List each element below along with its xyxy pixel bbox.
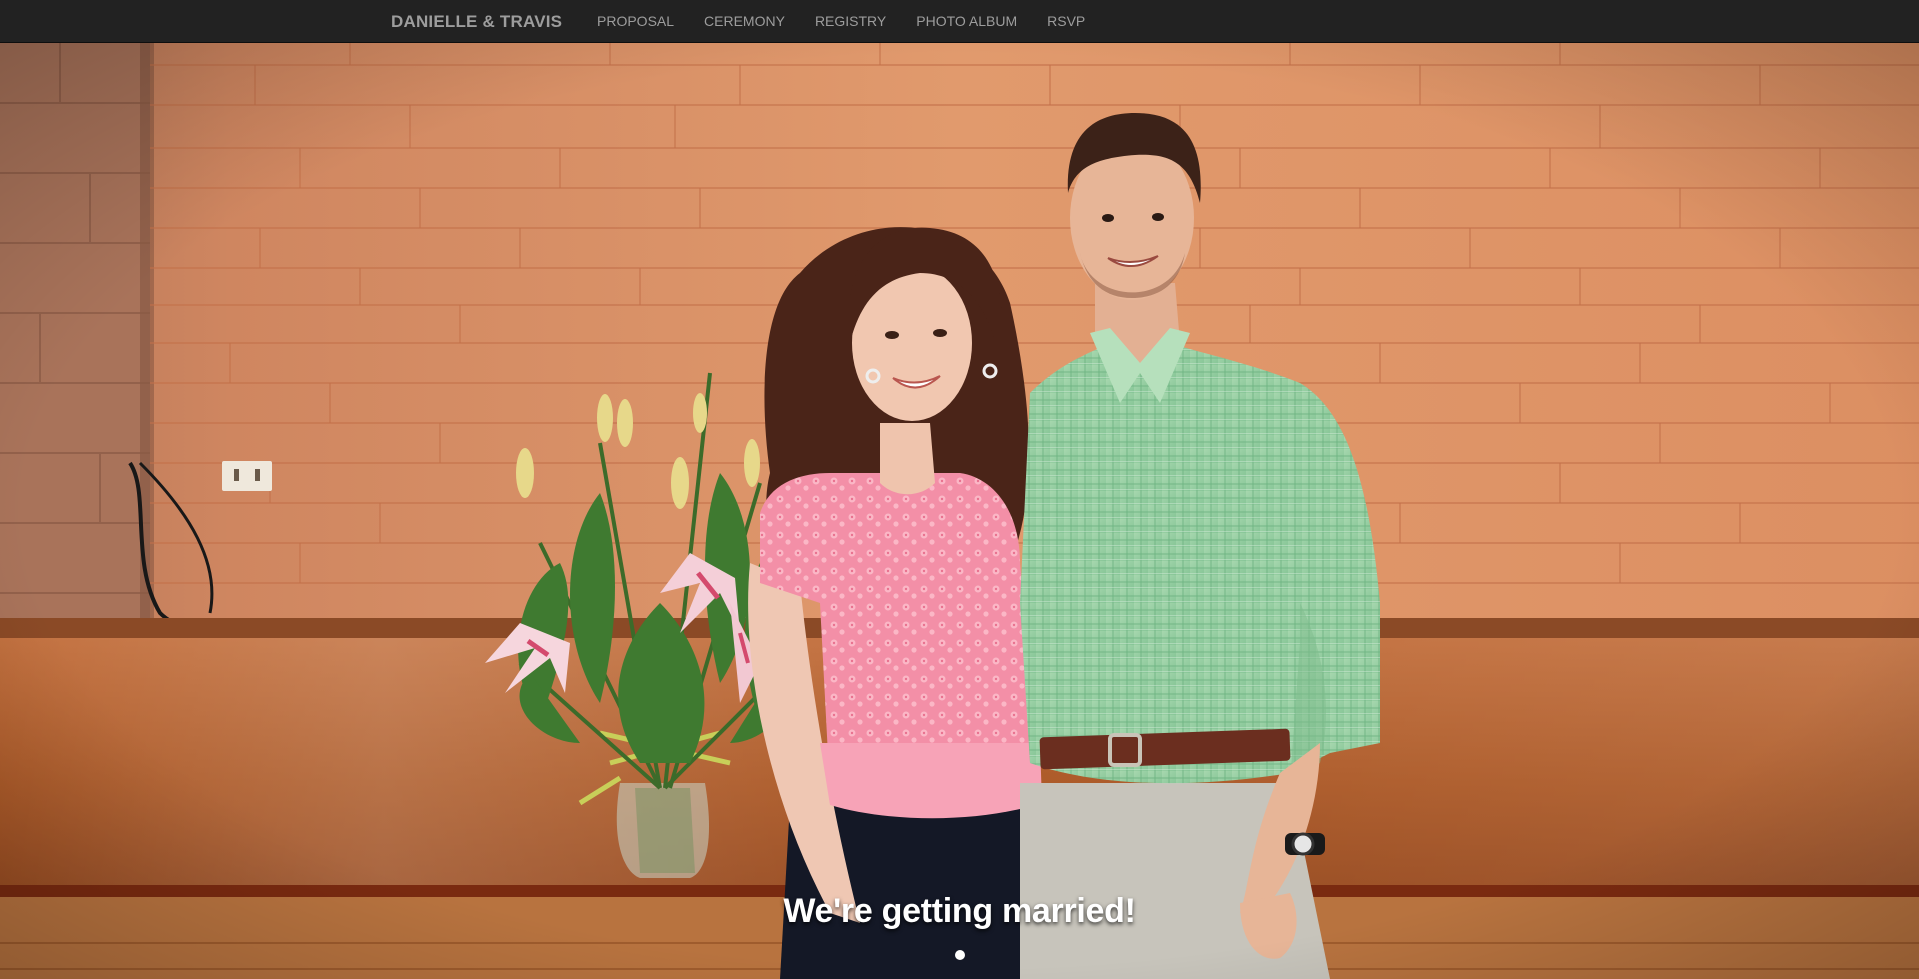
nav-link-photo-album[interactable]: PHOTO ALBUM — [901, 0, 1032, 43]
hero-carousel: We're getting married! — [0, 43, 1919, 979]
nav-links: PROPOSAL CEREMONY REGISTRY PHOTO ALBUM R… — [582, 0, 1100, 43]
hero-photo — [0, 43, 1919, 979]
carousel-caption: We're getting married! — [783, 892, 1136, 930]
carousel-indicators — [0, 950, 1919, 962]
carousel-indicator-active[interactable] — [954, 950, 965, 960]
nav-link-registry[interactable]: REGISTRY — [800, 0, 901, 43]
site-brand-link[interactable]: DANIELLE & TRAVIS — [391, 0, 562, 43]
nav-link-rsvp[interactable]: RSVP — [1032, 0, 1100, 43]
nav-link-proposal[interactable]: PROPOSAL — [582, 0, 689, 43]
top-navbar: DANIELLE & TRAVIS PROPOSAL CEREMONY REGI… — [0, 0, 1919, 43]
nav-link-ceremony[interactable]: CEREMONY — [689, 0, 800, 43]
